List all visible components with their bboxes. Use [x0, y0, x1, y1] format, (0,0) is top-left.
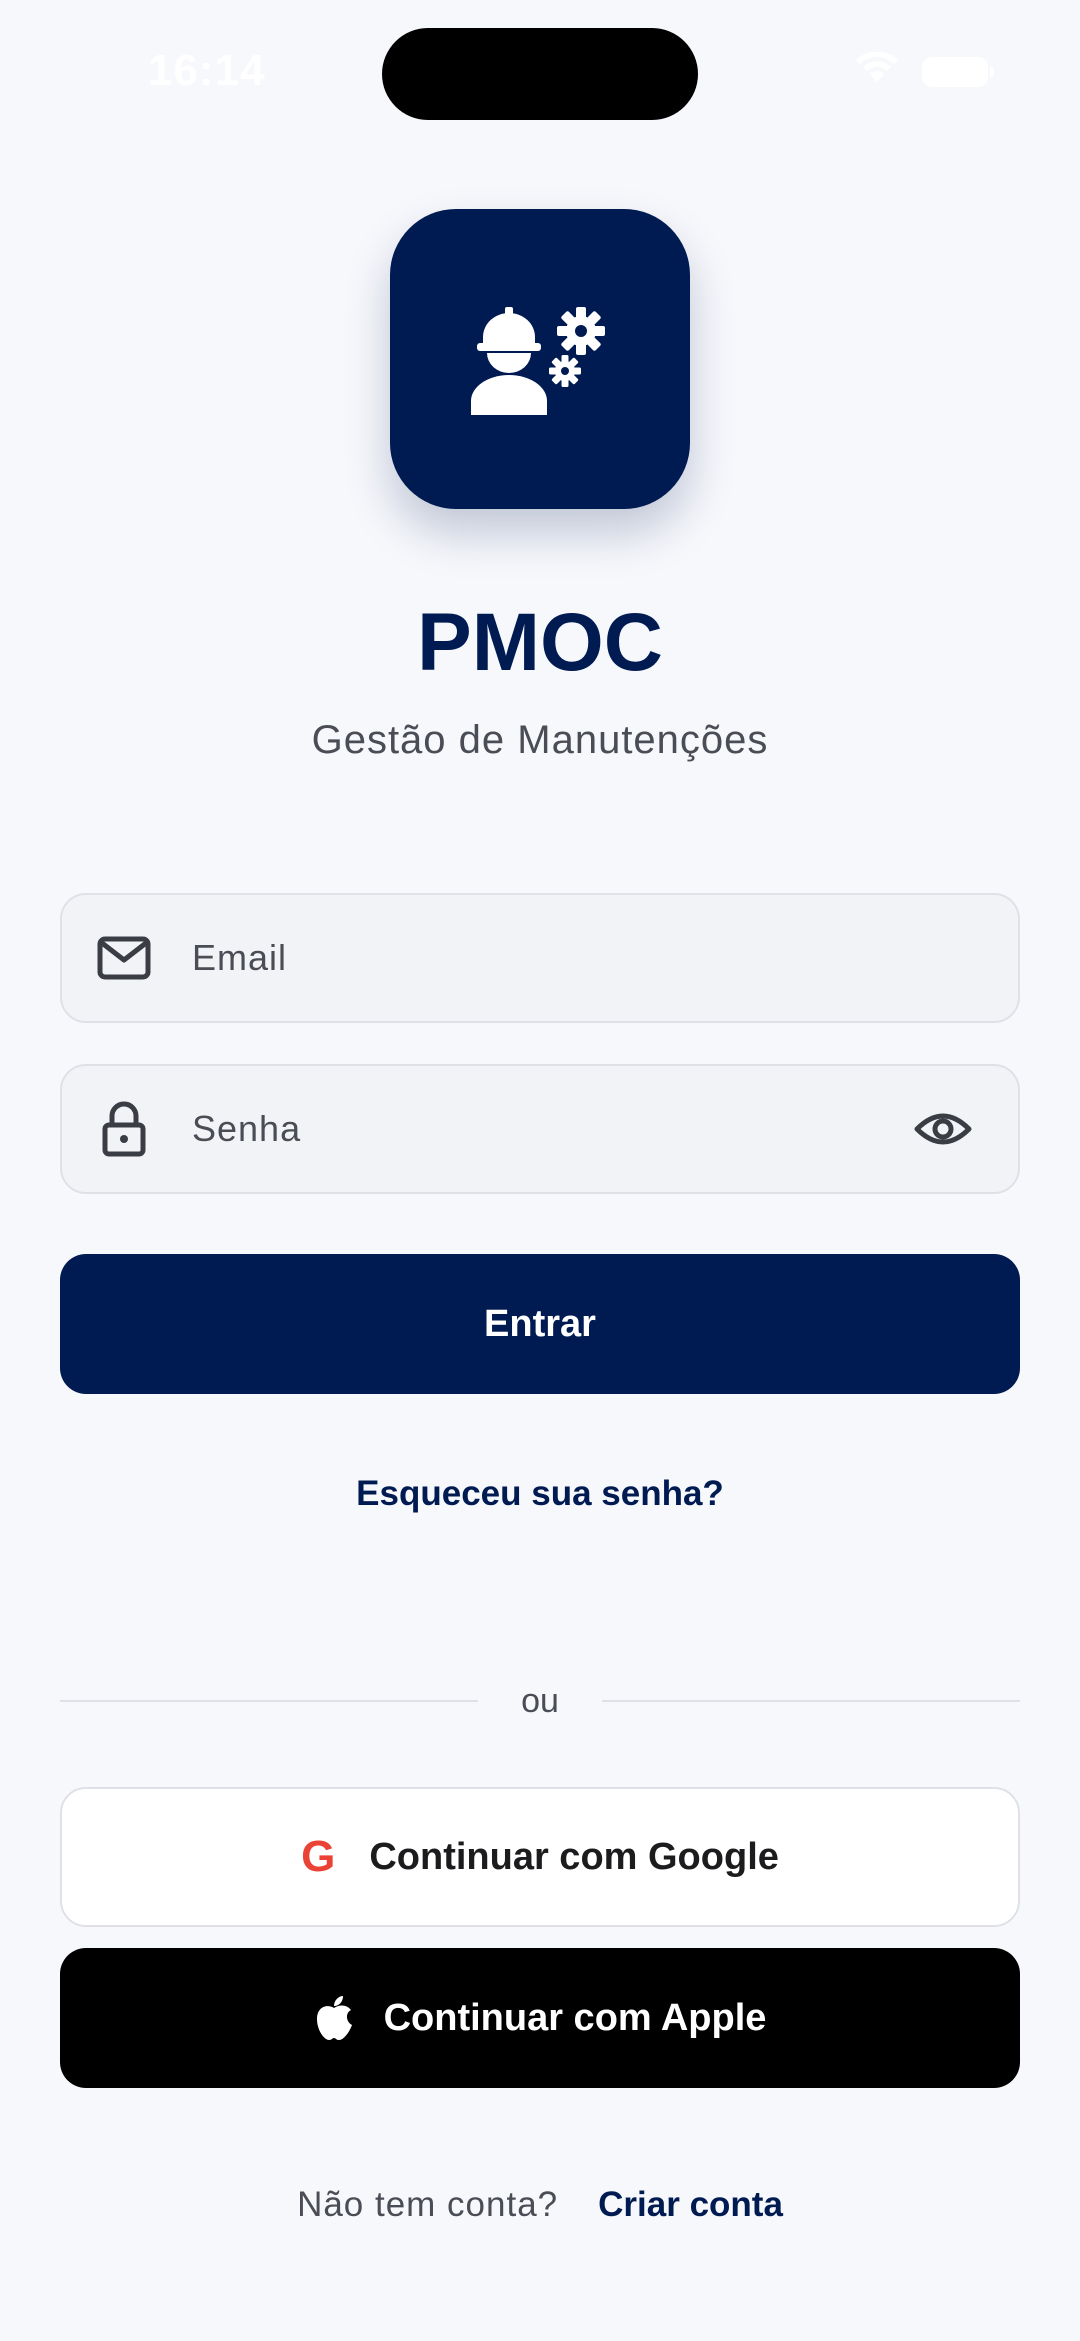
forgot-password-link[interactable]: Esqueceu sua senha? [0, 1474, 1080, 1514]
login-button[interactable]: Entrar [60, 1254, 1020, 1394]
divider-label: ou [521, 1682, 559, 1720]
divider-left [60, 1700, 478, 1702]
wifi-icon [854, 51, 900, 91]
worker-gears-icon [465, 297, 615, 422]
password-field[interactable] [60, 1064, 1020, 1194]
lock-icon [94, 1099, 154, 1159]
email-input[interactable] [192, 895, 1018, 1021]
mail-icon [94, 928, 154, 988]
password-input[interactable] [192, 1066, 908, 1192]
apple-signin-label: Continuar com Apple [383, 1996, 767, 2039]
status-time: 16:14 [148, 46, 266, 95]
apple-icon [314, 1995, 354, 2041]
signup-prompt: Não tem conta? Criar conta [0, 2185, 1080, 2225]
google-signin-button[interactable]: G Continuar com Google [60, 1787, 1020, 1927]
create-account-link[interactable]: Criar conta [598, 2185, 783, 2225]
email-field[interactable] [60, 893, 1020, 1023]
battery-icon [922, 56, 994, 87]
google-icon: G [301, 1832, 336, 1881]
google-signin-label: Continuar com Google [369, 1835, 779, 1878]
apple-signin-button[interactable]: Continuar com Apple [60, 1948, 1020, 2088]
divider-right [602, 1700, 1020, 1702]
app-subtitle: Gestão de Manutenções [311, 718, 769, 762]
login-button-label: Entrar [484, 1302, 596, 1345]
dynamic-island [382, 28, 698, 120]
login-screen: 16:14 PMOC Gestão de Manutenções Email E… [0, 0, 1080, 2341]
app-logo [390, 209, 690, 509]
eye-icon[interactable] [908, 1094, 978, 1164]
app-title: PMOC [417, 597, 663, 688]
signup-question: Não tem conta? [297, 2185, 559, 2224]
status-icons [854, 51, 994, 91]
